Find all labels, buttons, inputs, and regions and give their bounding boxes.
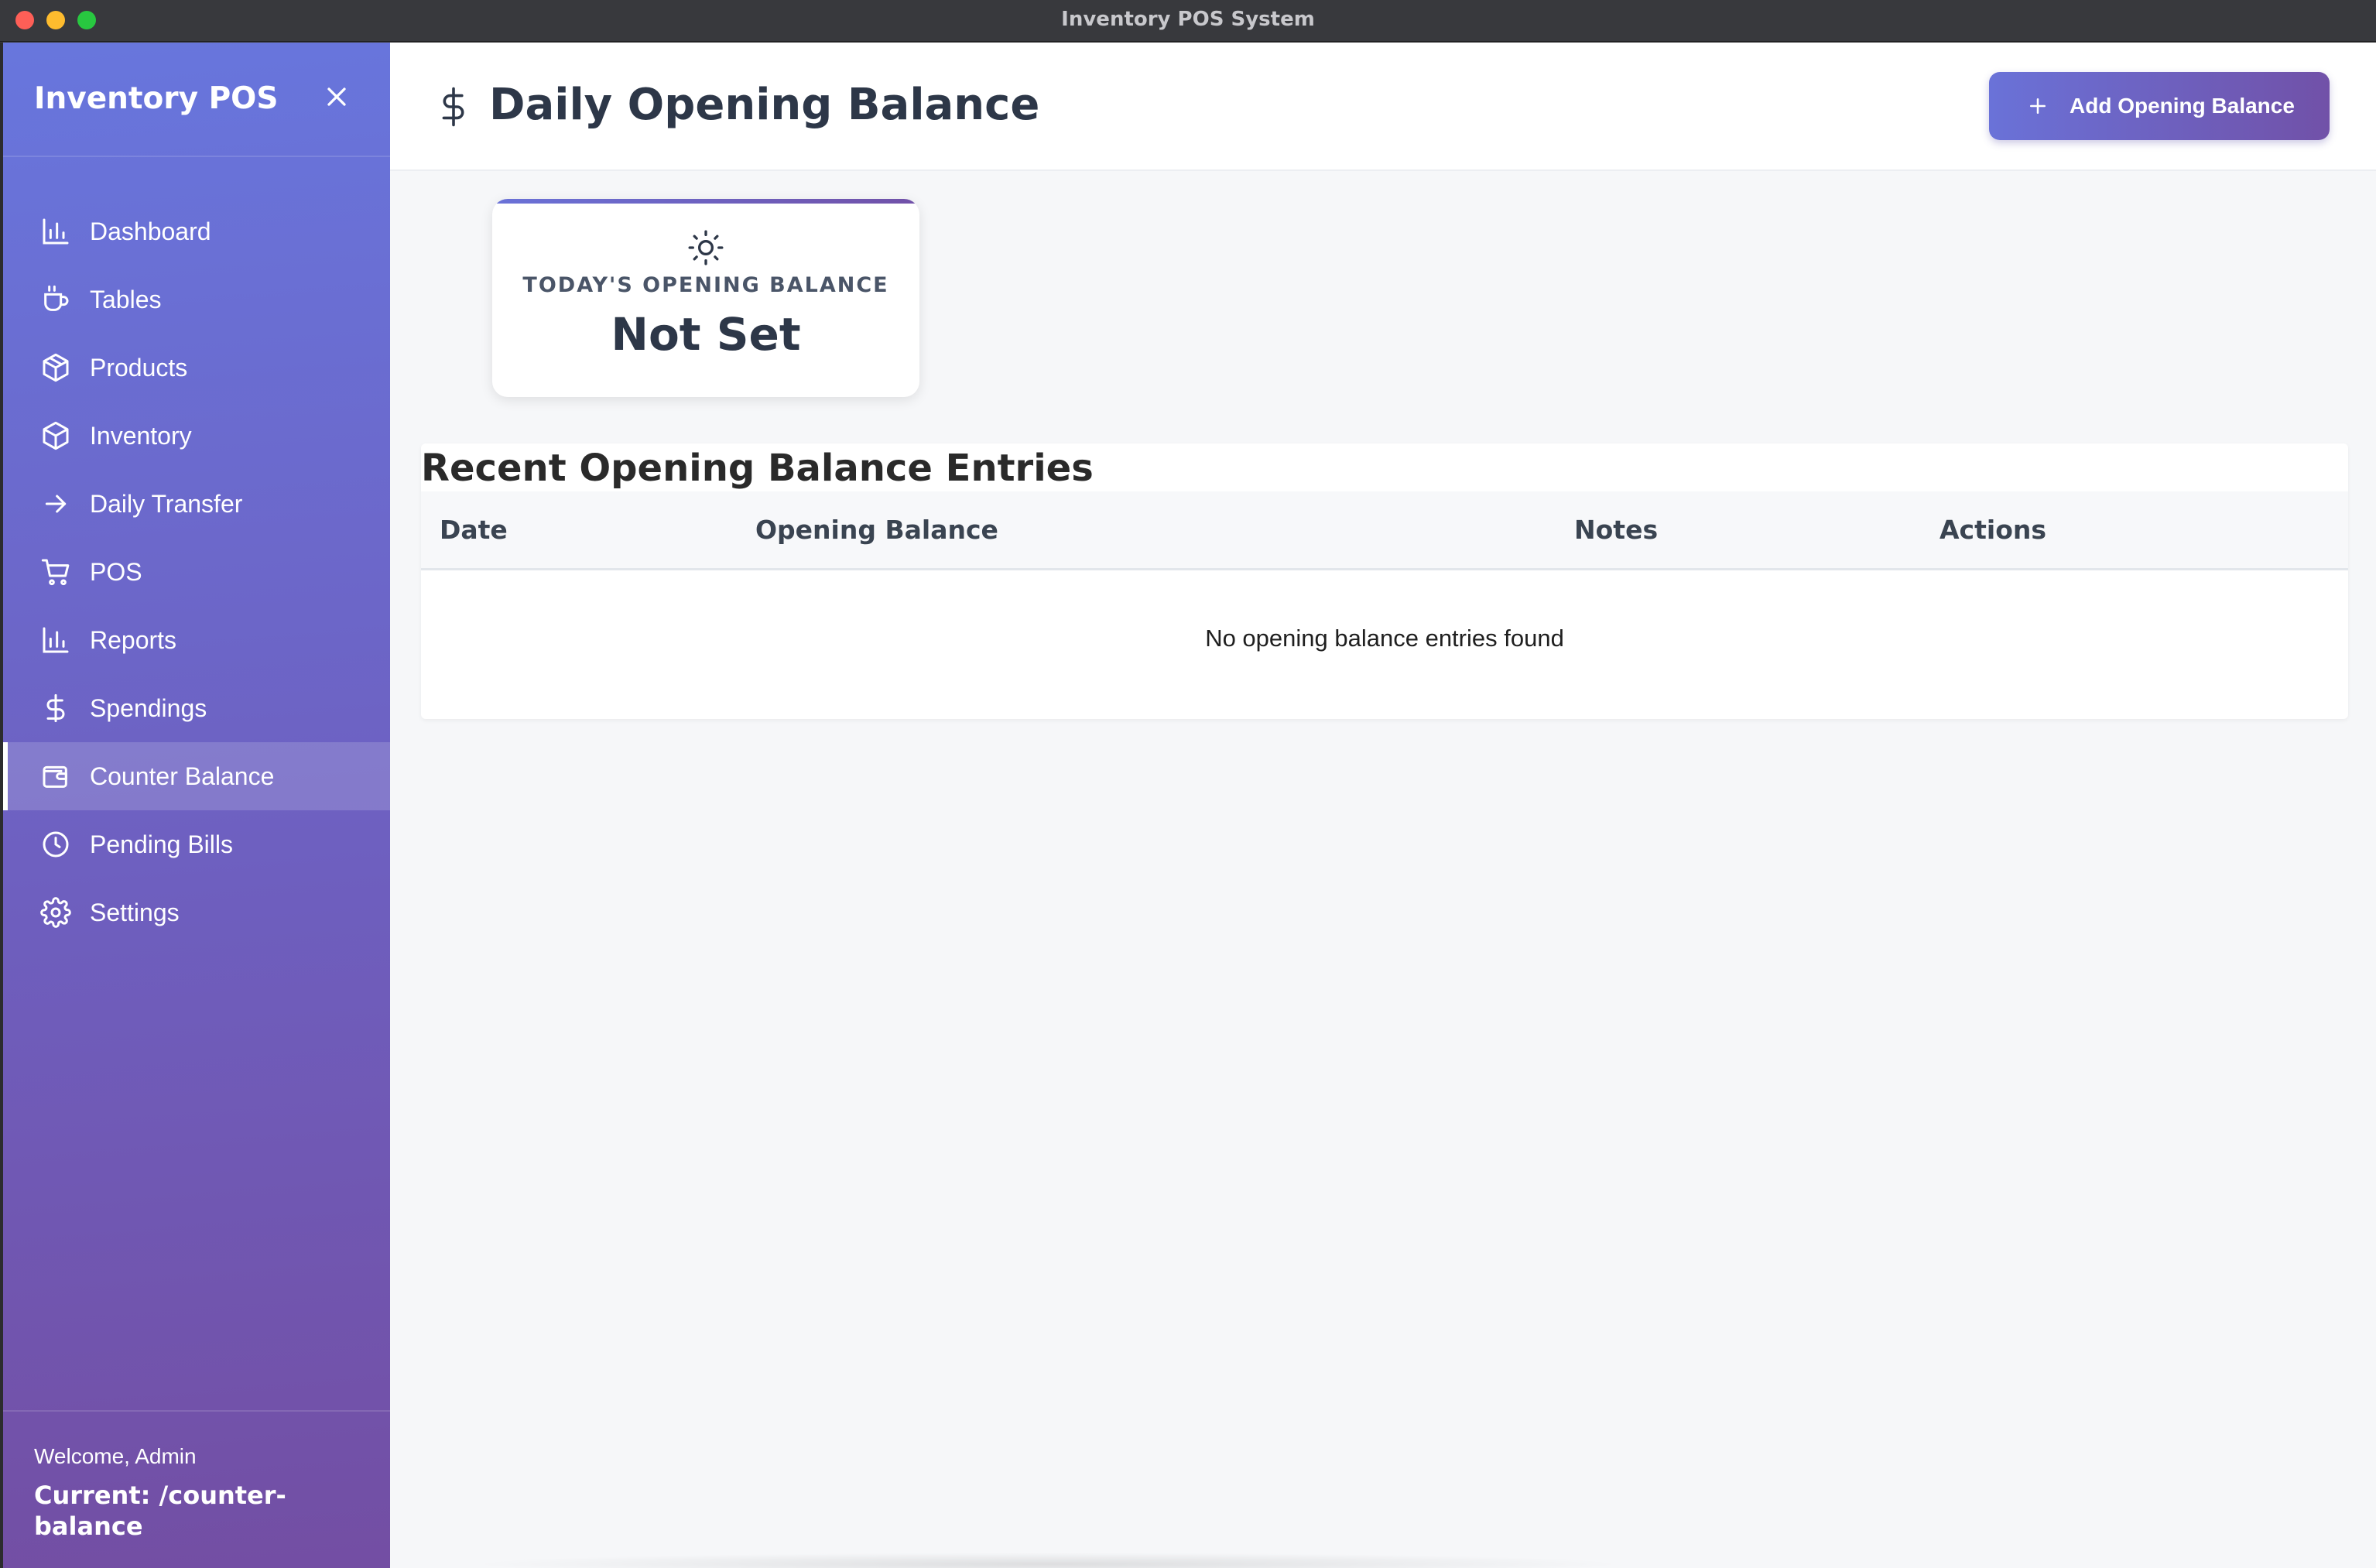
main-content: Daily Opening Balance Add Opening Balanc… xyxy=(390,43,2376,1568)
sidebar-item-products[interactable]: Products xyxy=(3,334,390,402)
sidebar-item-label: Counter Balance xyxy=(90,762,275,790)
sidebar: Inventory POS Dashboard Tables Products … xyxy=(0,43,390,1568)
sidebar-item-label: Spendings xyxy=(90,693,207,722)
scroll-shadow xyxy=(467,1553,1628,1568)
current-route: Current: /counter-balance xyxy=(34,1481,286,1541)
sun-icon xyxy=(688,230,724,265)
window-titlebar: Inventory POS System xyxy=(0,0,2376,42)
shopping-cart-icon xyxy=(41,559,70,586)
package-icon xyxy=(43,421,69,450)
sidebar-item-label: Tables xyxy=(90,285,162,313)
empty-state-message: No opening balance entries found xyxy=(1205,625,1564,652)
gear-icon xyxy=(40,897,71,928)
sidebar-item-inventory[interactable]: Inventory xyxy=(3,402,390,470)
table-header: Date Opening Balance Notes Actions xyxy=(421,491,2348,570)
add-opening-balance-button[interactable]: Add Opening Balance xyxy=(1989,72,2330,140)
window-title: Inventory POS System xyxy=(1061,8,1315,31)
card-label: TODAY'S OPENING BALANCE xyxy=(522,273,889,297)
package-icon xyxy=(43,353,69,382)
sidebar-item-daily-transfer[interactable]: Daily Transfer xyxy=(3,470,390,538)
bar-chart-icon xyxy=(43,218,69,245)
sidebar-item-label: POS xyxy=(90,557,142,586)
sidebar-item-pos[interactable]: POS xyxy=(3,538,390,606)
column-header-opening-balance[interactable]: Opening Balance xyxy=(755,515,998,545)
close-icon[interactable] xyxy=(321,81,352,112)
plus-icon xyxy=(2030,98,2046,114)
sidebar-header: Inventory POS xyxy=(3,43,390,157)
sidebar-item-pending-bills[interactable]: Pending Bills xyxy=(3,810,390,878)
section-title: Recent Opening Balance Entries xyxy=(421,447,1094,490)
sidebar-item-counter-balance[interactable]: Counter Balance xyxy=(3,742,390,810)
sidebar-nav: Dashboard Tables Products Inventory Dail… xyxy=(3,197,390,947)
sidebar-item-label: Inventory xyxy=(90,421,192,450)
dollar-icon xyxy=(46,693,65,723)
page-title: Daily Opening Balance xyxy=(489,80,1040,130)
sidebar-item-tables[interactable]: Tables xyxy=(3,265,390,334)
sidebar-item-label: Products xyxy=(90,353,188,382)
recent-entries-section: Recent Opening Balance Entries Date Open… xyxy=(421,443,2348,719)
coffee-cup-icon xyxy=(44,285,69,311)
column-header-date[interactable]: Date xyxy=(440,515,508,545)
sidebar-item-label: Pending Bills xyxy=(90,830,233,858)
dollar-icon xyxy=(442,87,464,127)
arrow-right-icon xyxy=(45,495,67,513)
sidebar-item-spendings[interactable]: Spendings xyxy=(3,674,390,742)
wallet-icon xyxy=(43,765,67,788)
clock-icon xyxy=(43,831,69,858)
card-value: Not Set xyxy=(611,308,801,361)
add-button-label: Add Opening Balance xyxy=(2070,94,2295,118)
brand-title: Inventory POS xyxy=(34,81,279,116)
sidebar-item-label: Daily Transfer xyxy=(90,489,243,518)
sidebar-item-settings[interactable]: Settings xyxy=(3,878,390,947)
welcome-text: Welcome, Admin xyxy=(34,1444,197,1468)
sidebar-footer: Welcome, Admin Current: /counter-balance xyxy=(3,1410,390,1568)
sidebar-item-label: Settings xyxy=(90,898,180,926)
todays-balance-card: TODAY'S OPENING BALANCE Not Set xyxy=(492,199,919,397)
page-header: Daily Opening Balance Add Opening Balanc… xyxy=(390,43,2376,171)
column-header-notes[interactable]: Notes xyxy=(1574,515,1658,545)
column-header-actions[interactable]: Actions xyxy=(1939,515,2046,545)
sidebar-item-label: Reports xyxy=(90,625,177,654)
bar-chart-icon xyxy=(43,627,69,653)
sidebar-item-dashboard[interactable]: Dashboard xyxy=(3,197,390,265)
sidebar-item-reports[interactable]: Reports xyxy=(3,606,390,674)
app-container: Inventory POS Dashboard Tables Products … xyxy=(0,43,2376,1568)
sidebar-item-label: Dashboard xyxy=(90,217,211,245)
card-accent-bar xyxy=(492,199,919,204)
